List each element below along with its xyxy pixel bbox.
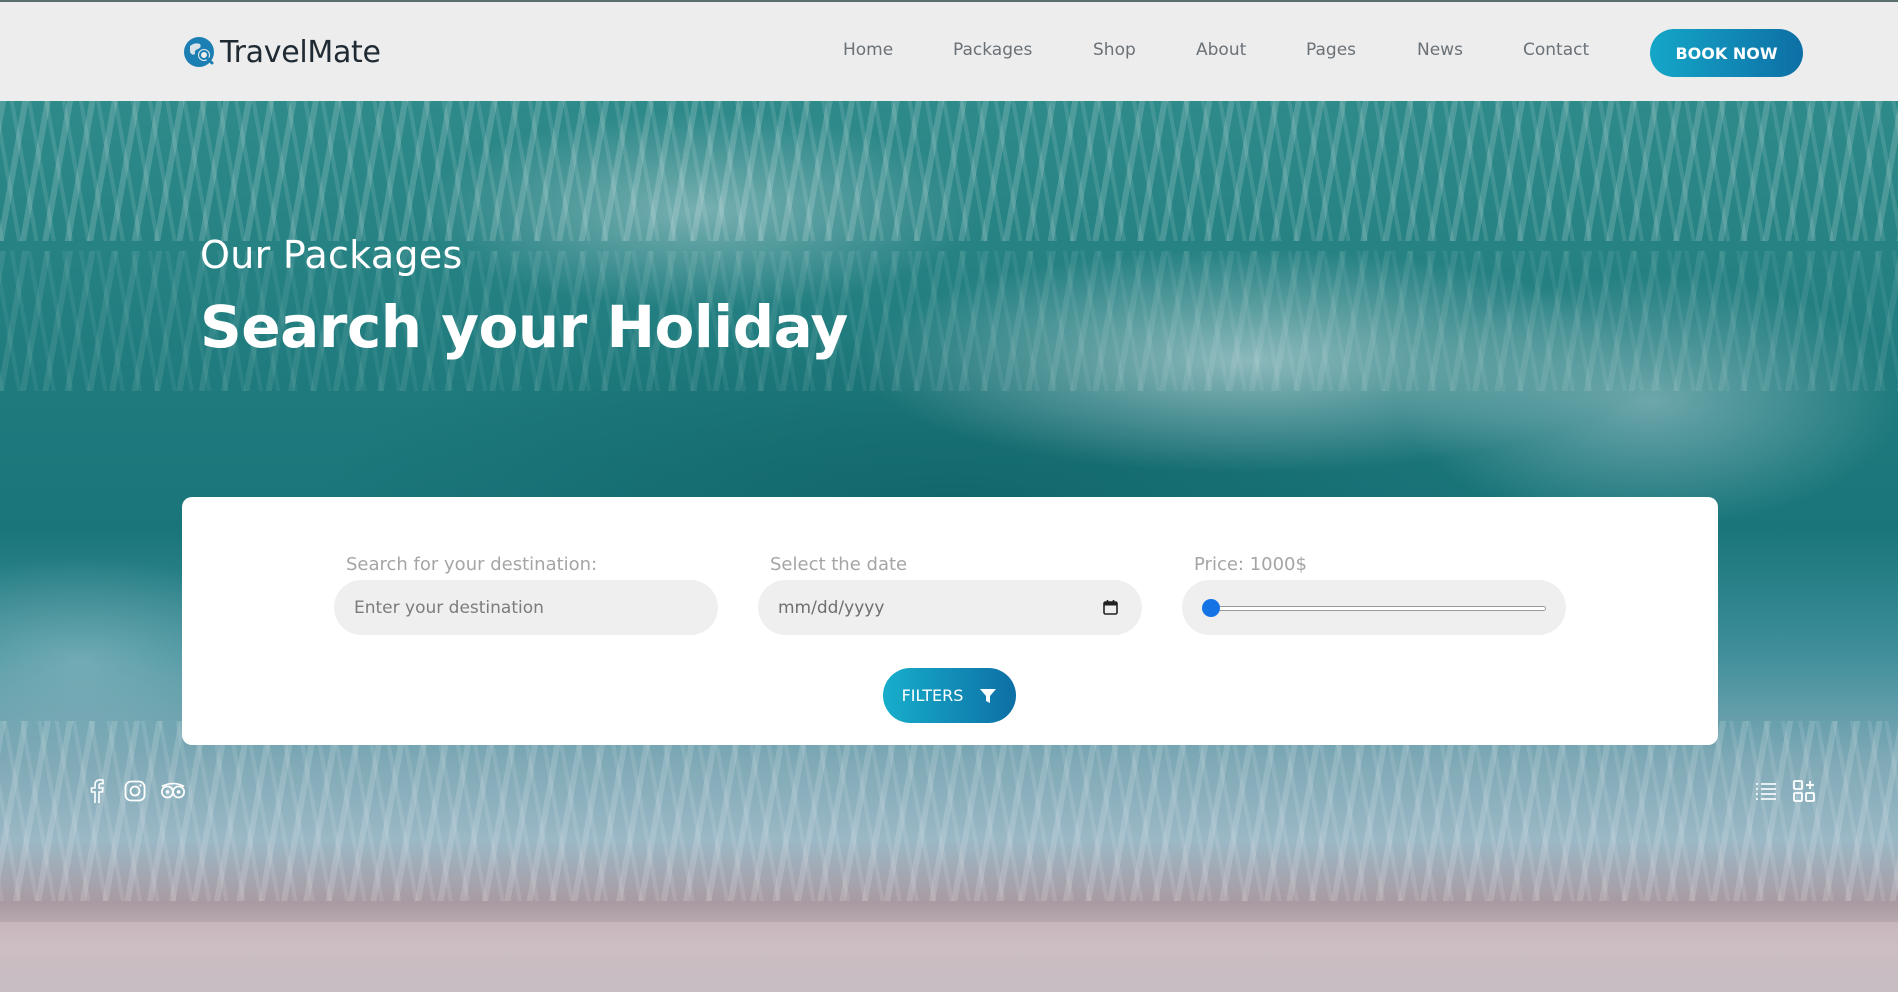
nav-item-pages[interactable]: Pages (1306, 40, 1356, 60)
date-placeholder: mm/dd/yyyy (778, 597, 885, 618)
nav-item-home[interactable]: Home (843, 40, 893, 60)
filters-label: FILTERS (901, 686, 964, 705)
site-header: TravelMate Home Packages Shop About Page… (0, 0, 1898, 101)
filters-button[interactable]: FILTERS (883, 668, 1016, 723)
nav-item-news[interactable]: News (1417, 40, 1463, 60)
book-now-button[interactable]: BOOK NOW (1650, 29, 1803, 77)
social-links (84, 778, 186, 804)
logo[interactable]: TravelMate (182, 32, 381, 72)
instagram-icon[interactable] (122, 778, 148, 804)
price-slider-thumb[interactable] (1202, 599, 1220, 617)
calendar-icon[interactable] (1103, 599, 1118, 615)
globe-search-icon (184, 37, 214, 67)
logo-text: TravelMate (220, 34, 381, 70)
nav-item-about[interactable]: About (1196, 40, 1246, 60)
grid-view-icon[interactable] (1791, 778, 1817, 804)
destination-placeholder: Enter your destination (354, 597, 544, 618)
wave-foam (0, 101, 1898, 241)
search-panel: Search for your destination: Enter your … (182, 497, 1718, 745)
nav-item-contact[interactable]: Contact (1523, 40, 1589, 60)
price-slider[interactable] (1182, 580, 1566, 635)
wave-foam (0, 721, 1898, 901)
date-label: Select the date (770, 554, 908, 575)
price-slider-track[interactable] (1212, 606, 1546, 611)
price-label: Price: 1000$ (1194, 554, 1307, 575)
facebook-icon[interactable] (84, 778, 110, 804)
destination-input[interactable]: Enter your destination (334, 580, 718, 635)
filter-icon (980, 688, 997, 703)
hero-title: Search your Holiday (200, 293, 848, 361)
date-input[interactable]: mm/dd/yyyy (758, 580, 1142, 635)
tripadvisor-icon[interactable] (160, 778, 186, 804)
destination-label: Search for your destination: (346, 554, 598, 575)
beach-sand (0, 922, 1898, 992)
nav-item-packages[interactable]: Packages (953, 40, 1032, 60)
view-toggles (1753, 778, 1817, 804)
list-view-icon[interactable] (1753, 778, 1779, 804)
hero-subtitle: Our Packages (200, 233, 463, 277)
nav-item-shop[interactable]: Shop (1093, 40, 1136, 60)
